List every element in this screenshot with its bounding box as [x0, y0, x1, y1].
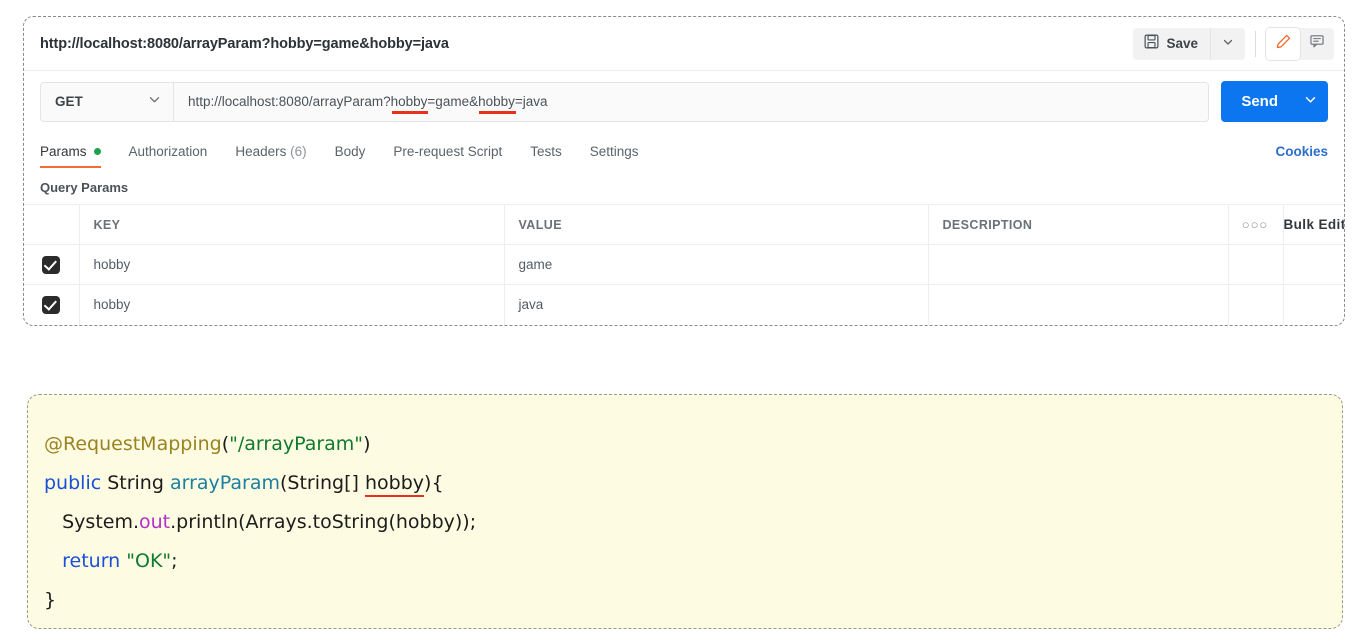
code-keyword-return: return	[44, 550, 127, 572]
row-spacer-end	[1283, 284, 1344, 325]
chevron-down-icon	[148, 93, 161, 111]
toolbar-icon-group	[1266, 27, 1334, 60]
tab-settings-label: Settings	[589, 144, 639, 159]
save-button-label: Save	[1166, 36, 1198, 51]
code-system-prefix: System.	[44, 511, 140, 533]
params-status-dot	[93, 147, 101, 155]
send-options-caret[interactable]	[1292, 81, 1328, 122]
row-checkbox[interactable]	[41, 255, 60, 274]
row-spacer	[1228, 284, 1284, 325]
table-header-row: KEY VALUE DESCRIPTION ○○○ Bulk Edit	[24, 204, 1344, 245]
chevron-down-icon	[1304, 93, 1317, 111]
code-line-4: return "OK";	[44, 542, 1342, 581]
more-options-icon[interactable]: ○○○	[1228, 204, 1284, 245]
comment-icon	[1309, 33, 1325, 54]
code-args-open: (String[]	[280, 472, 365, 494]
url-text: http://localhost:8080/arrayParam?hobby=g…	[188, 94, 548, 109]
table-row: hobby java	[24, 284, 1344, 325]
row-key[interactable]: hobby	[79, 284, 505, 325]
tab-pre-request-script[interactable]: Pre-request Script	[393, 144, 502, 168]
column-value: VALUE	[504, 204, 929, 245]
code-line-1: @RequestMapping("/arrayParam")	[44, 425, 1342, 464]
row-value[interactable]: java	[504, 284, 929, 325]
comment-button[interactable]	[1300, 28, 1334, 60]
pencil-icon	[1275, 33, 1292, 55]
bulk-edit-button[interactable]: Bulk Edit	[1283, 204, 1344, 245]
code-annotation: @RequestMapping	[44, 433, 222, 455]
code-line-2: public String arrayParam(String[] hobby)…	[44, 464, 1342, 503]
tab-params[interactable]: Params	[40, 144, 101, 168]
tab-headers[interactable]: Headers (6)	[235, 144, 306, 168]
http-method-label: GET	[55, 94, 83, 109]
url-underline-1	[391, 111, 429, 114]
row-value[interactable]: game	[504, 244, 929, 285]
code-method-name: arrayParam	[169, 472, 280, 494]
url-underline-2	[479, 111, 516, 114]
query-params-label: Query Params	[40, 180, 129, 195]
tab-params-label: Params	[40, 144, 87, 159]
code-field-out: out	[139, 511, 171, 533]
send-button[interactable]: Send	[1221, 81, 1328, 122]
tab-tests-label: Tests	[530, 144, 562, 159]
code-type-string: String	[101, 472, 170, 494]
url-part-prefix: http://localhost:8080/arrayParam?	[188, 94, 391, 109]
row-checkbox-cell[interactable]	[24, 284, 80, 325]
save-button-group: Save	[1133, 27, 1245, 60]
row-description[interactable]	[928, 284, 1229, 325]
request-tabs: Params Authorization Headers (6) Body Pr…	[24, 132, 1344, 168]
code-println-call: .println(Arrays.toString(hobby));	[170, 511, 477, 533]
tab-pre-request-script-label: Pre-request Script	[393, 144, 503, 159]
request-bar: GET http://localhost:8080/arrayParam?hob…	[24, 71, 1344, 132]
row-description[interactable]	[928, 244, 1229, 285]
edit-button[interactable]	[1266, 27, 1300, 60]
code-param-hobby: hobby	[364, 472, 425, 497]
url-param-key-2: hobby	[478, 94, 515, 109]
tab-headers-label: Headers	[235, 144, 287, 159]
row-spacer-end	[1283, 244, 1344, 285]
http-method-select[interactable]: GET	[40, 81, 173, 122]
url-input[interactable]: http://localhost:8080/arrayParam?hobby=g…	[173, 81, 1210, 122]
tab-headers-count: (6)	[290, 144, 307, 159]
code-paren-close: )	[363, 433, 371, 455]
code-args-close: ){	[424, 472, 444, 494]
row-key[interactable]: hobby	[79, 244, 505, 285]
table-row: hobby game	[24, 244, 1344, 285]
save-options-caret[interactable]	[1210, 27, 1245, 60]
code-line-5: }	[44, 589, 57, 611]
tab-settings[interactable]: Settings	[590, 144, 639, 168]
row-spacer	[1228, 244, 1284, 285]
tab-authorization[interactable]: Authorization	[129, 144, 208, 168]
code-snippet-panel: @RequestMapping("/arrayParam") public St…	[27, 394, 1343, 629]
code-line-3: System.out.println(Arrays.toString(hobby…	[44, 503, 1342, 542]
toolbar-divider	[1255, 30, 1256, 57]
column-checkbox	[24, 204, 80, 245]
code-string-ok: "OK"	[126, 550, 172, 572]
send-button-label: Send	[1241, 93, 1278, 110]
url-part-mid: =game&	[427, 94, 479, 109]
tab-tests[interactable]: Tests	[530, 144, 562, 168]
request-panel: http://localhost:8080/arrayParam?hobby=g…	[23, 16, 1345, 326]
column-key: KEY	[79, 204, 505, 245]
code-semicolon: ;	[171, 550, 178, 572]
save-button[interactable]: Save	[1133, 28, 1210, 60]
code-keyword-public: public	[44, 472, 102, 494]
row-checkbox[interactable]	[41, 295, 60, 314]
chevron-down-icon	[1222, 35, 1234, 53]
row-checkbox-cell[interactable]	[24, 244, 80, 285]
tab-authorization-label: Authorization	[128, 144, 208, 159]
tab-body-label: Body	[334, 144, 366, 159]
panel-titlebar: http://localhost:8080/arrayParam?hobby=g…	[24, 17, 1344, 71]
url-part-suffix: =java	[514, 94, 548, 109]
cookies-link[interactable]: Cookies	[1275, 144, 1328, 159]
code-string-path: "/arrayParam"	[229, 433, 364, 455]
url-param-key-1: hobby	[390, 94, 428, 109]
floppy-disk-icon	[1144, 34, 1159, 54]
column-description: DESCRIPTION	[928, 204, 1229, 245]
query-params-table: KEY VALUE DESCRIPTION ○○○ Bulk Edit hobb…	[24, 204, 1344, 325]
page-title: http://localhost:8080/arrayParam?hobby=g…	[40, 35, 449, 52]
tab-body[interactable]: Body	[335, 144, 366, 168]
